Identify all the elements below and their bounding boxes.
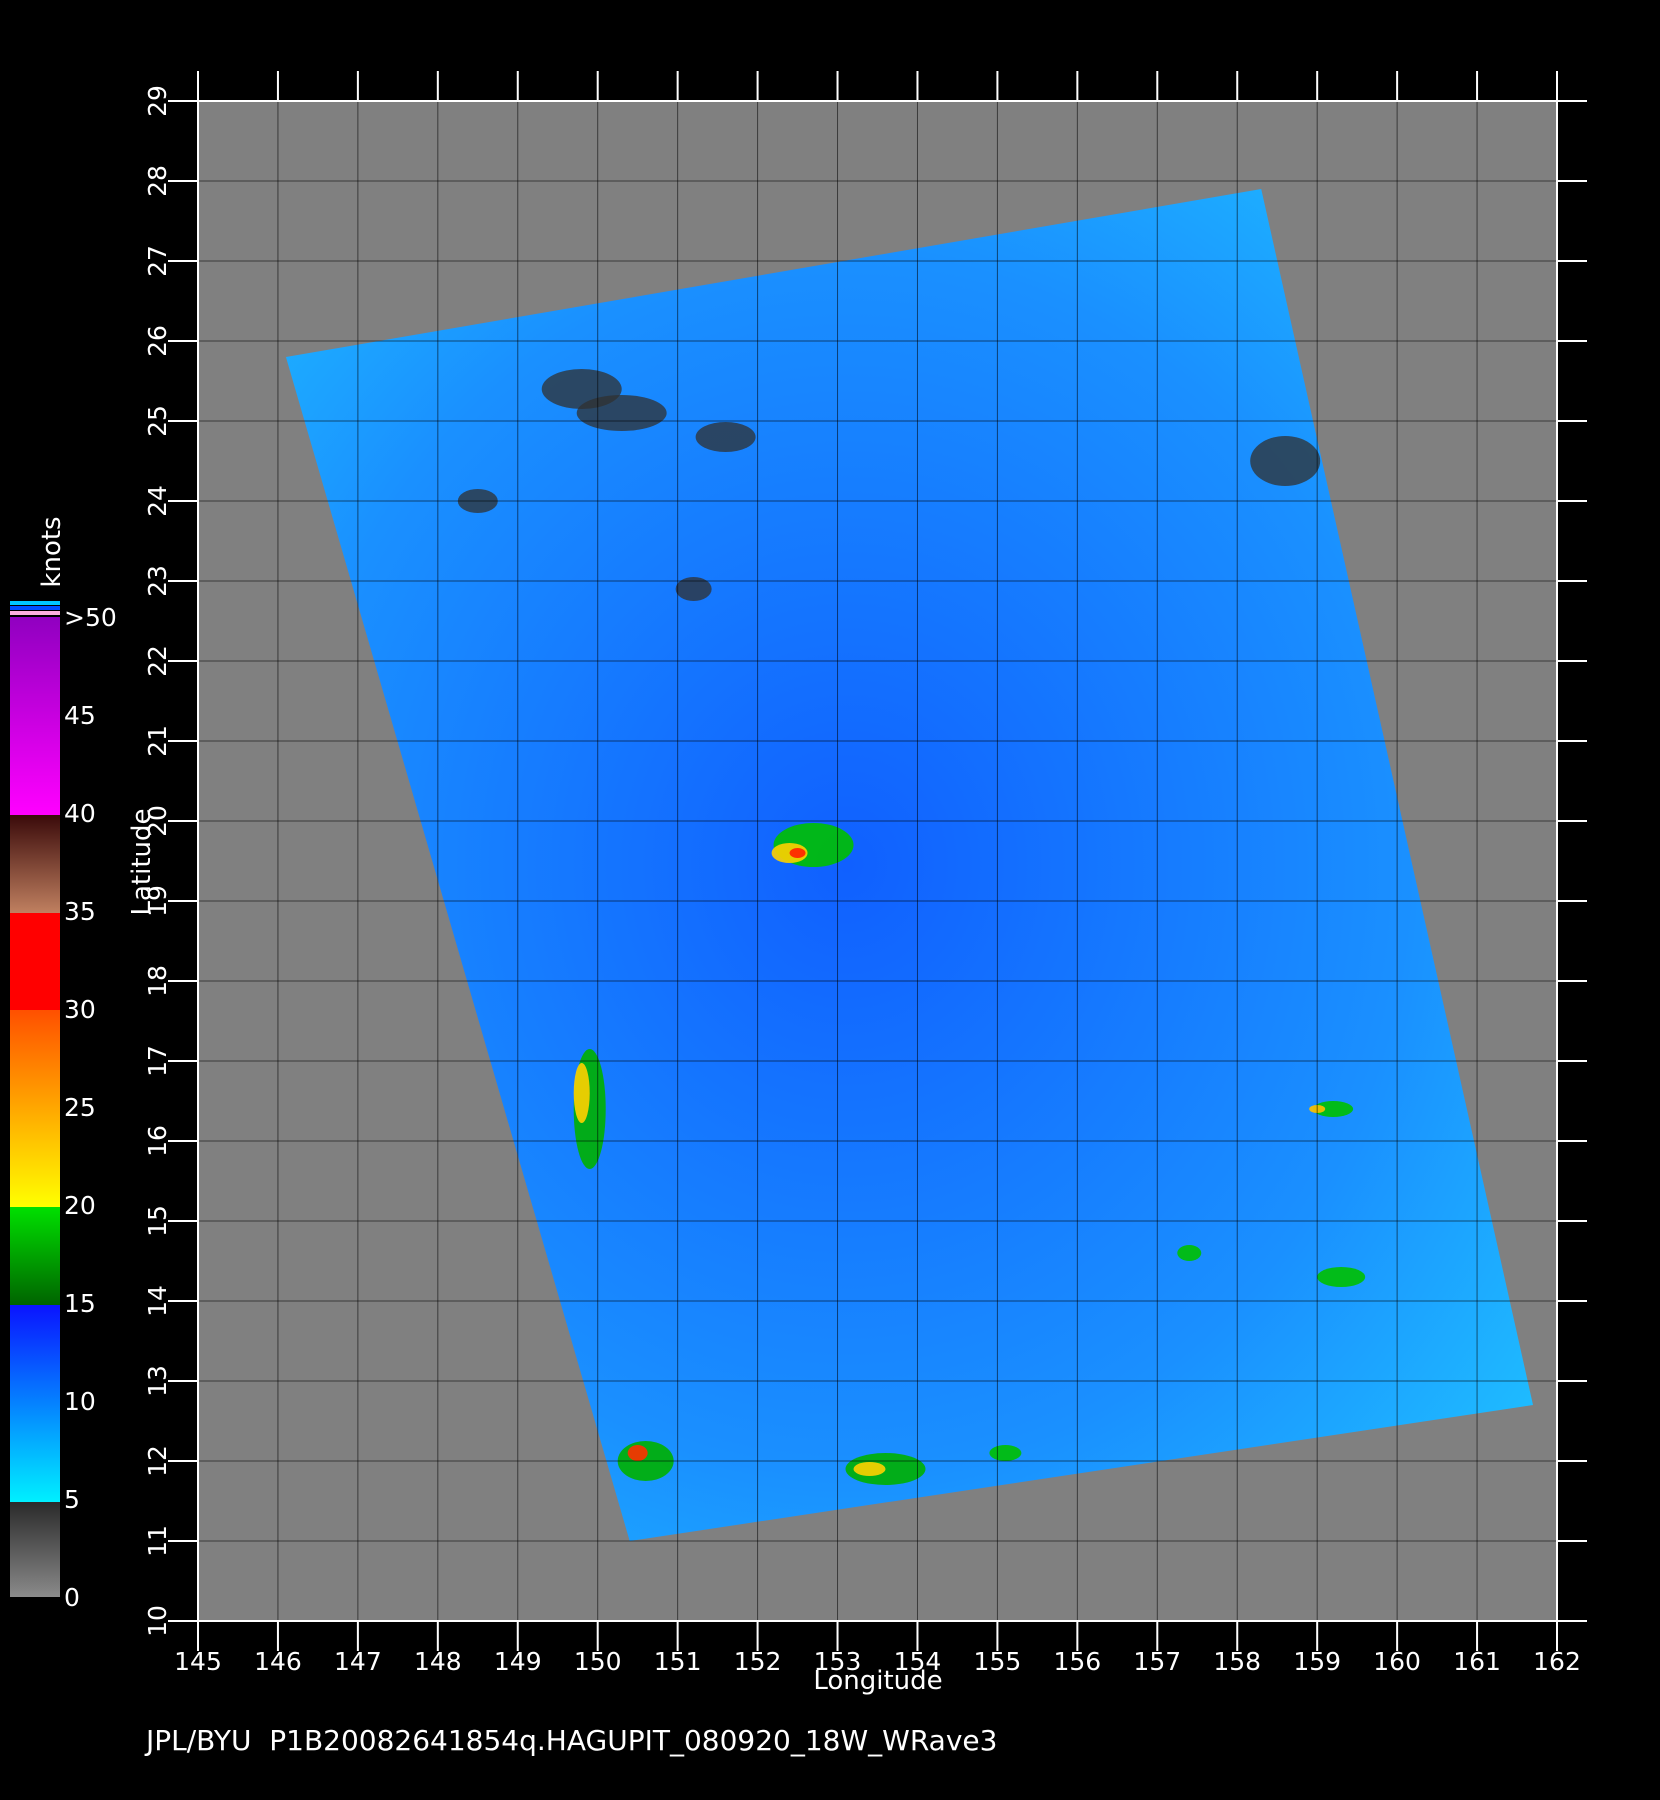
high-wind-cell: [627, 1445, 648, 1461]
colorbar-tick-labels: 0 5 10 15 20 25 30 35 40 45 >50: [64, 603, 117, 1612]
colorbar-tick-label: 0: [64, 1583, 80, 1612]
colorbar-band-5-15: [10, 1305, 60, 1502]
latitude-tick-label: 17: [143, 1045, 172, 1077]
high-wind-cell: [853, 1462, 886, 1476]
longitude-tick-label: 155: [974, 1647, 1022, 1676]
longitude-tick-label: 160: [1373, 1647, 1421, 1676]
latitude-tick-label: 16: [143, 1125, 172, 1157]
latitude-tick-label: 21: [143, 725, 172, 757]
high-wind-cell: [989, 1445, 1022, 1461]
latitude-tick-label: 12: [143, 1445, 172, 1477]
longitude-tick-label: 146: [254, 1647, 302, 1676]
high-wind-cell: [573, 1063, 590, 1123]
latitude-tick-label: 25: [143, 405, 172, 437]
colorbar-tick-label: 35: [64, 897, 96, 926]
longitude-tick-label: 148: [414, 1647, 462, 1676]
longitude-tick-label: 152: [734, 1647, 782, 1676]
high-wind-cell: [789, 848, 806, 858]
colorbar-band-35-40: [10, 815, 60, 913]
longitude-tick-label: 147: [334, 1647, 382, 1676]
longitude-tick-label: 158: [1213, 1647, 1261, 1676]
colorbar-band-30-35: [10, 913, 60, 1010]
colorbar-title: knots: [37, 516, 67, 587]
latitude-tick-label: 15: [143, 1205, 172, 1237]
latitude-tick-label: 29: [143, 85, 172, 117]
latitude-tick-label: 13: [143, 1365, 172, 1397]
colorbar-tick-label: 20: [64, 1191, 96, 1220]
colorbar: knots 0 5 10 15 20 25 30 35 40 45 >50: [10, 516, 117, 1612]
colorbar-tick-label: 45: [64, 701, 96, 730]
colorbar-cap-cyan: [10, 601, 60, 605]
low-wind-cell: [576, 395, 667, 431]
longitude-tick-label: 162: [1533, 1647, 1581, 1676]
colorbar-tick-label: 15: [64, 1289, 96, 1318]
longitude-tick-label: 145: [174, 1647, 222, 1676]
latitude-tick-label: 18: [143, 965, 172, 997]
latitude-tick-label: 27: [143, 245, 172, 277]
colorbar-tick-label: 30: [64, 995, 96, 1024]
low-wind-cell: [695, 422, 756, 452]
longitude-tick-label: 161: [1453, 1647, 1501, 1676]
colorbar-band-0-5: [10, 1502, 60, 1597]
latitude-tick-label: 10: [143, 1605, 172, 1637]
latitude-tick-label: 28: [143, 165, 172, 197]
high-wind-cell: [1177, 1245, 1202, 1261]
colorbar-cap-blue: [10, 606, 60, 610]
latitude-tick-label: 11: [143, 1525, 172, 1557]
colorbar-tick-label: >50: [64, 603, 117, 632]
colorbar-tick-label: 10: [64, 1387, 96, 1416]
colorbar-tick-label: 5: [64, 1485, 80, 1514]
colorbar-band-40-50: [10, 617, 60, 815]
x-axis-title: Longitude: [813, 1666, 942, 1696]
longitude-tick-label: 159: [1293, 1647, 1341, 1676]
colorbar-cap-pink: [10, 611, 60, 615]
longitude-tick-label: 149: [494, 1647, 542, 1676]
latitude-tick-label: 14: [143, 1285, 172, 1317]
y-axis-title: Latitude: [127, 808, 157, 915]
colorbar-tick-label: 40: [64, 799, 96, 828]
low-wind-cell: [1250, 436, 1321, 486]
longitude-tick-label: 156: [1053, 1647, 1101, 1676]
colorbar-band-20-30: [10, 1010, 60, 1207]
latitude-tick-label: 23: [143, 565, 172, 597]
product-id-caption: JPL/BYU P1B20082641854q.HAGUPIT_080920_1…: [146, 1724, 998, 1757]
longitude-tick-label: 157: [1133, 1647, 1181, 1676]
latitude-tick-label: 22: [143, 645, 172, 677]
longitude-tick-label: 151: [654, 1647, 702, 1676]
colorbar-tick-label: 25: [64, 1093, 96, 1122]
latitude-tick-label: 24: [143, 485, 172, 517]
high-wind-cell: [1317, 1267, 1366, 1287]
colorbar-band-15-20: [10, 1207, 60, 1305]
latitude-tick-label: 26: [143, 325, 172, 357]
longitude-tick-label: 150: [574, 1647, 622, 1676]
wind-map: 145 146 147 148 149 150 151 152 153 154 155 156 157 1…: [10, 71, 1587, 1696]
